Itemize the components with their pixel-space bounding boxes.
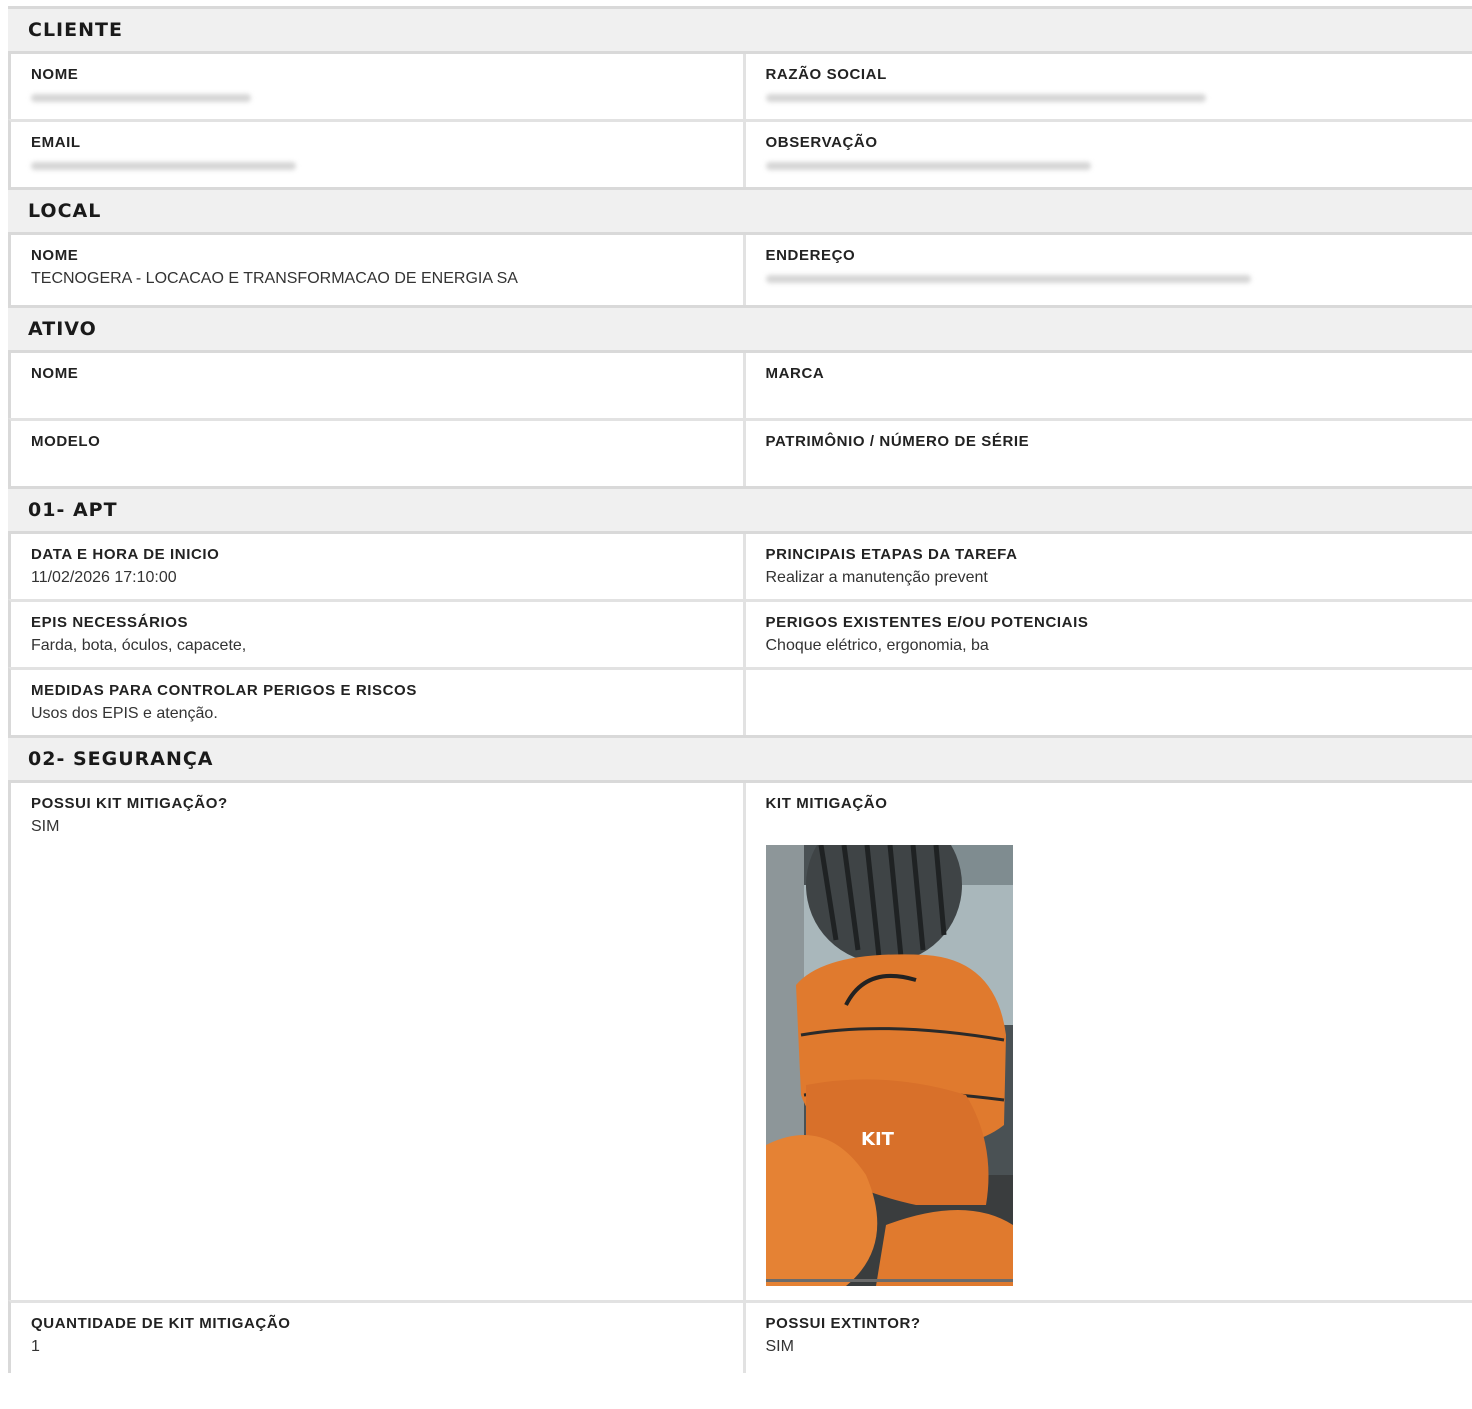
field-value: 1 — [31, 1338, 40, 1355]
field-label: KIT MITIGAÇÃO — [765, 795, 888, 812]
ativo-row-2: MODELO PATRIMÔNIO / NÚMERO DE SÉRIE — [8, 418, 1472, 486]
field-label: NOME — [31, 66, 79, 83]
field-label: EPIS NECESSÁRIOS — [31, 614, 189, 631]
section-header-cliente: CLIENTE — [8, 6, 1472, 54]
field-value: Usos dos EPIS e atenção. — [31, 705, 218, 722]
seguranca-kit-photo-field: KIT MITIGAÇÃO KIT — [742, 783, 1472, 1300]
svg-text:KIT: KIT — [861, 1129, 895, 1150]
field-label: PATRIMÔNIO / NÚMERO DE SÉRIE — [765, 433, 1030, 450]
section-header-ativo: ATIVO — [8, 305, 1472, 353]
field-value: SIM — [765, 1338, 794, 1355]
field-value: Choque elétrico, ergonomia, ba — [765, 637, 989, 654]
field-value: Realizar a manutenção prevent — [765, 569, 988, 586]
cliente-row-1: NOME RAZÃO SOCIAL — [8, 54, 1472, 119]
field-label: MODELO — [31, 433, 101, 450]
apt-row-1: DATA E HORA DE INICIO 11/02/2026 17:10:0… — [8, 534, 1472, 599]
redacted-value — [31, 162, 296, 170]
field-label: NOME — [31, 365, 79, 382]
apt-empty-cell — [742, 670, 1472, 735]
local-endereco-field: ENDEREÇO — [742, 235, 1472, 305]
field-value: Farda, bota, óculos, capacete, — [31, 637, 247, 654]
field-label: DATA E HORA DE INICIO — [31, 546, 220, 563]
local-row-1: NOME TECNOGERA - LOCACAO E TRANSFORMACAO… — [8, 235, 1472, 305]
field-label: OBSERVAÇÃO — [765, 134, 878, 151]
field-label: PRINCIPAIS ETAPAS DA TAREFA — [765, 546, 1018, 563]
cliente-obs-field: OBSERVAÇÃO — [742, 122, 1472, 187]
cliente-razao-field: RAZÃO SOCIAL — [742, 54, 1472, 119]
apt-data-field: DATA E HORA DE INICIO 11/02/2026 17:10:0… — [11, 534, 743, 599]
apt-row-3: MEDIDAS PARA CONTROLAR PERIGOS E RISCOS … — [8, 667, 1472, 735]
ativo-row-1: NOME MARCA — [8, 353, 1472, 418]
seguranca-kit-field: POSSUI KIT MITIGAÇÃO? SIM — [11, 783, 743, 1300]
seguranca-row-1: POSSUI KIT MITIGAÇÃO? SIM KIT MITIGAÇÃO — [8, 783, 1472, 1300]
kit-mitigacao-photo[interactable]: KIT — [765, 845, 1013, 1286]
section-header-local: LOCAL — [8, 187, 1472, 235]
apt-row-2: EPIS NECESSÁRIOS Farda, bota, óculos, ca… — [8, 599, 1472, 667]
field-label: POSSUI KIT MITIGAÇÃO? — [31, 795, 228, 812]
field-value: SIM — [31, 818, 60, 835]
field-label: MARCA — [765, 365, 825, 382]
apt-etapas-field: PRINCIPAIS ETAPAS DA TAREFA Realizar a m… — [742, 534, 1472, 599]
apt-epis-field: EPIS NECESSÁRIOS Farda, bota, óculos, ca… — [11, 602, 743, 667]
cliente-email-field: EMAIL — [11, 122, 743, 187]
field-label: RAZÃO SOCIAL — [765, 66, 887, 83]
ativo-nome-field: NOME — [11, 353, 743, 418]
field-label: PERIGOS EXISTENTES E/OU POTENCIAIS — [765, 614, 1089, 631]
field-label: EMAIL — [31, 134, 81, 151]
field-value: 11/02/2026 17:10:00 — [31, 569, 177, 586]
apt-perigos-field: PERIGOS EXISTENTES E/OU POTENCIAIS Choqu… — [742, 602, 1472, 667]
redacted-value — [765, 275, 1251, 283]
ativo-patrimonio-field: PATRIMÔNIO / NÚMERO DE SÉRIE — [742, 421, 1472, 486]
apt-medidas-field: MEDIDAS PARA CONTROLAR PERIGOS E RISCOS … — [11, 670, 743, 735]
section-header-seguranca: 02- SEGURANÇA — [8, 735, 1472, 783]
field-label: QUANTIDADE DE KIT MITIGAÇÃO — [31, 1315, 291, 1332]
field-label: NOME — [31, 247, 79, 264]
section-header-apt: 01- APT — [8, 486, 1472, 534]
field-label: ENDEREÇO — [765, 247, 856, 264]
redacted-value — [31, 94, 251, 102]
cliente-row-2: EMAIL OBSERVAÇÃO — [8, 119, 1472, 187]
field-label: MEDIDAS PARA CONTROLAR PERIGOS E RISCOS — [31, 682, 417, 699]
ativo-marca-field: MARCA — [742, 353, 1472, 418]
field-value: TECNOGERA - LOCACAO E TRANSFORMACAO DE E… — [31, 270, 518, 287]
ativo-modelo-field: MODELO — [11, 421, 743, 486]
local-nome-field: NOME TECNOGERA - LOCACAO E TRANSFORMACAO… — [11, 235, 743, 305]
redacted-value — [765, 94, 1206, 102]
field-label: POSSUI EXTINTOR? — [765, 1315, 921, 1332]
report-page: CLIENTE NOME RAZÃO SOCIAL EMAIL OBSERVAÇ… — [8, 6, 1472, 1373]
cliente-nome-field: NOME — [11, 54, 743, 119]
kit-photo-image: KIT — [765, 845, 1013, 1286]
seguranca-qtd-field: QUANTIDADE DE KIT MITIGAÇÃO 1 — [11, 1303, 743, 1373]
seguranca-row-2: QUANTIDADE DE KIT MITIGAÇÃO 1 POSSUI EXT… — [8, 1300, 1472, 1373]
redacted-value — [765, 162, 1091, 170]
seguranca-extintor-field: POSSUI EXTINTOR? SIM — [742, 1303, 1472, 1373]
